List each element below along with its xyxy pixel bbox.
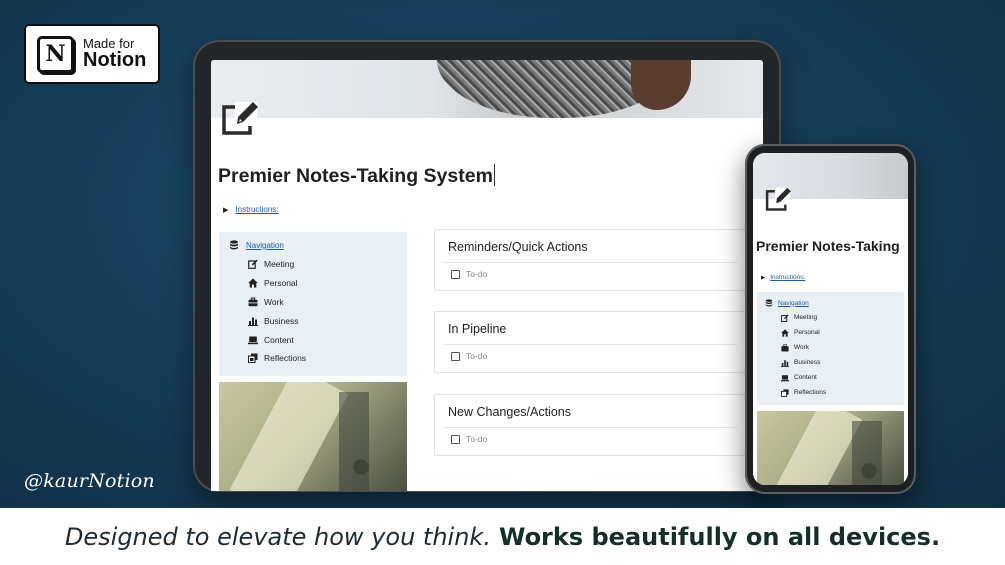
todo-item[interactable]: To-do xyxy=(451,434,487,444)
todo-item[interactable]: To-do xyxy=(451,351,487,361)
home-icon xyxy=(248,278,258,288)
nav-item-label: Business xyxy=(264,315,299,326)
nav-item-label: Reflections xyxy=(264,353,307,364)
home-icon xyxy=(781,328,789,337)
nav-item-content[interactable]: Content xyxy=(781,370,896,385)
navigation-link[interactable]: Navigation xyxy=(778,300,809,307)
instructions-toggle[interactable]: ▶ Instructions: xyxy=(761,274,805,281)
card-in-pipeline[interactable]: In Pipeline To-do xyxy=(434,311,746,373)
database-icon xyxy=(765,299,773,307)
nav-item-reflections[interactable]: Reflections xyxy=(248,349,397,368)
nav-item-label: Content xyxy=(794,374,817,381)
badge-text: Made for Notion xyxy=(83,37,146,72)
nav-item-label: Business xyxy=(794,359,821,366)
edit-page-icon[interactable] xyxy=(221,98,261,138)
instructions-link[interactable]: Instructions: xyxy=(770,274,805,281)
nav-item-label: Personal xyxy=(794,329,820,336)
author-handle: @kaurNotion xyxy=(24,470,155,492)
laptop-icon xyxy=(248,335,258,345)
checkbox[interactable] xyxy=(451,434,460,444)
nav-item-meeting[interactable]: Meeting xyxy=(781,310,896,325)
card-reminders[interactable]: Reminders/Quick Actions To-do xyxy=(434,229,746,291)
tablet-device: Premier Notes-Taking System ▶ Instructio… xyxy=(193,40,781,492)
bar-chart-icon xyxy=(781,359,789,367)
cover-image xyxy=(211,60,763,118)
database-icon xyxy=(229,240,239,250)
card-title: New Changes/Actions xyxy=(448,405,571,419)
instructions-link[interactable]: Instructions: xyxy=(235,205,278,214)
phone-page-title[interactable]: Premier Notes-Taking xyxy=(756,238,900,254)
tagline: Designed to elevate how you think. Works… xyxy=(0,508,1005,565)
todo-label: To-do xyxy=(466,351,488,361)
badge-line-1: Made for xyxy=(83,35,135,51)
todo-item[interactable]: To-do xyxy=(451,269,487,279)
nav-item-reflections[interactable]: Reflections xyxy=(781,385,896,400)
made-for-notion-badge: N Made for Notion xyxy=(24,24,160,84)
nav-item-work[interactable]: Work xyxy=(781,340,896,355)
edit-icon xyxy=(248,259,258,270)
nav-item-label: Work xyxy=(264,296,284,307)
checkbox[interactable] xyxy=(451,351,460,361)
briefcase-icon xyxy=(248,297,258,307)
toggle-arrow-icon[interactable]: ▶ xyxy=(761,275,765,281)
navigation-header[interactable]: Navigation xyxy=(765,299,896,307)
navigation-link[interactable]: Navigation xyxy=(246,241,284,250)
gallery-icon xyxy=(248,353,258,364)
nav-item-label: Content xyxy=(264,334,294,345)
nav-item-label: Personal xyxy=(264,278,298,289)
briefcase-icon xyxy=(781,343,789,352)
nav-item-meeting[interactable]: Meeting xyxy=(248,255,397,274)
tagline-bold: Works beautifully on all devices. xyxy=(498,522,941,551)
nav-item-label: Meeting xyxy=(264,259,295,270)
nav-item-personal[interactable]: Personal xyxy=(781,325,896,340)
nav-item-work[interactable]: Work xyxy=(248,293,397,312)
edit-icon xyxy=(781,313,789,322)
nav-item-label: Meeting xyxy=(794,314,818,321)
nav-item-personal[interactable]: Personal xyxy=(248,274,397,293)
instructions-toggle[interactable]: ▶ Instructions: xyxy=(223,205,279,214)
toggle-arrow-icon[interactable]: ▶ xyxy=(223,206,228,214)
notion-logo-icon: N xyxy=(37,35,74,73)
nav-item-label: Reflections xyxy=(794,389,827,396)
checkbox[interactable] xyxy=(451,269,460,279)
todo-label: To-do xyxy=(466,269,488,279)
card-new-changes[interactable]: New Changes/Actions To-do xyxy=(434,394,746,456)
bar-chart-icon xyxy=(248,316,258,326)
tablet-screen: Premier Notes-Taking System ▶ Instructio… xyxy=(211,60,763,491)
navigation-header[interactable]: Navigation xyxy=(229,240,397,250)
page-title[interactable]: Premier Notes-Taking System xyxy=(218,164,496,188)
navigation-panel: Navigation Meeting Personal Work Busines… xyxy=(757,292,904,405)
todo-label: To-do xyxy=(466,434,488,444)
card-title: In Pipeline xyxy=(448,322,507,336)
nav-item-content[interactable]: Content xyxy=(248,330,397,349)
gallery-icon xyxy=(781,388,789,397)
phone-screen: Premier Notes-Taking ▶ Instructions: Nav… xyxy=(753,153,908,485)
phone-device: Premier Notes-Taking ▶ Instructions: Nav… xyxy=(745,144,916,494)
gallery-cover-image[interactable] xyxy=(219,382,407,491)
nav-item-business[interactable]: Business xyxy=(781,355,896,370)
tagline-light: Designed to elevate how you think. xyxy=(64,522,491,551)
badge-line-2: Notion xyxy=(83,49,147,72)
text-cursor xyxy=(493,164,496,186)
gallery-cover-image[interactable] xyxy=(757,411,904,485)
card-title: Reminders/Quick Actions xyxy=(448,240,588,254)
nav-item-business[interactable]: Business xyxy=(248,311,397,330)
edit-page-icon[interactable] xyxy=(765,185,793,213)
nav-item-label: Work xyxy=(794,344,810,351)
laptop-icon xyxy=(781,374,789,382)
navigation-panel: Navigation Meeting Personal Work Busines… xyxy=(219,232,407,376)
hero-banner: N Made for Notion @kaurNotion Premier No… xyxy=(0,0,1005,508)
